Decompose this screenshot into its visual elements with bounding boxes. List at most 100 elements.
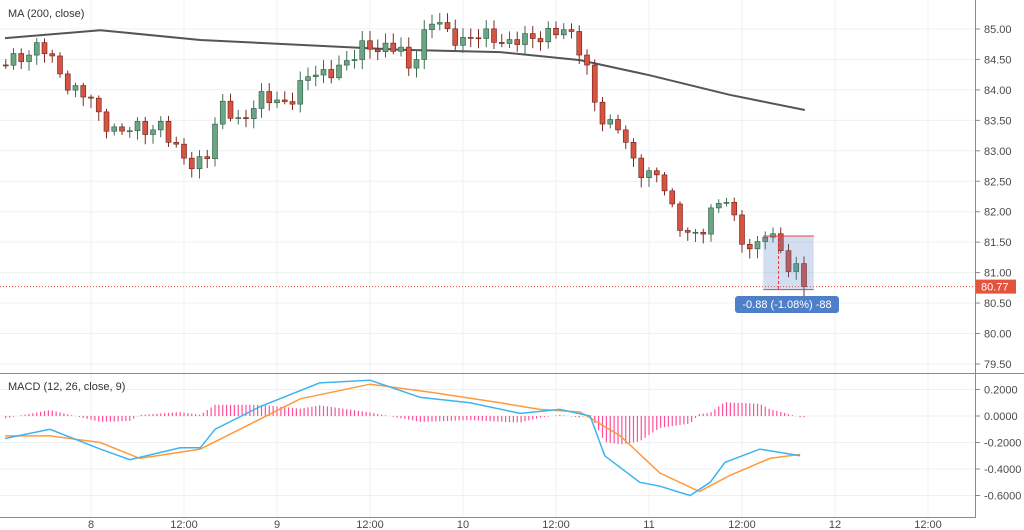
candle-up (646, 170, 652, 178)
candle-up (692, 231, 699, 234)
trading-chart[interactable]: -0.88 (-1.08%) -88 8 12:00 9 12:00 10 12:00 11… (0, 0, 1024, 530)
time-tick-label: 12:00 (914, 519, 942, 530)
candle-down (630, 142, 637, 159)
time-tick-label: 12 (829, 519, 841, 530)
candle-up (111, 126, 118, 132)
candle-down (227, 100, 234, 119)
candle-down (746, 243, 753, 250)
candle-down (2, 64, 9, 67)
candle-up (212, 123, 218, 160)
candle-up (436, 22, 443, 25)
price-tick-label: 85.00 (984, 24, 1012, 36)
candle-down (266, 91, 273, 104)
time-tick-label: 12:00 (542, 519, 570, 530)
macd-tick-label: -0.6000 (984, 491, 1021, 503)
candle-down (584, 54, 590, 66)
candle-up (320, 69, 327, 76)
candle-down (568, 29, 575, 32)
candle-up (150, 129, 156, 135)
candle-down (188, 157, 195, 170)
candle-down (669, 190, 676, 205)
candle-up (305, 76, 311, 81)
time-tick-label: 8 (88, 519, 94, 530)
candle-down (537, 38, 544, 43)
candle-up (506, 39, 513, 44)
candle-up (297, 80, 304, 105)
candle-up (398, 46, 404, 52)
candle-up (157, 120, 164, 131)
time-tick-label: 9 (274, 519, 280, 530)
candle-down (119, 126, 125, 132)
candle-up (72, 85, 79, 91)
candle-up (33, 42, 40, 56)
measure-box (763, 236, 814, 290)
candle-up (754, 241, 761, 250)
candle-down (165, 120, 172, 143)
candle-up (421, 29, 428, 60)
candle-down (514, 39, 521, 45)
candle-down (599, 101, 606, 125)
candle-up (560, 29, 567, 36)
candle-down (103, 111, 110, 132)
candle-down (529, 33, 536, 39)
candle-up (723, 202, 730, 204)
candle-down (475, 37, 482, 40)
price-legend[interactable]: MA (200, close) (8, 8, 84, 20)
candle-down (243, 117, 249, 119)
price-tick-label: 80.00 (984, 329, 1012, 341)
candle-up (336, 64, 342, 79)
candle-down (591, 64, 598, 103)
candle-up (359, 40, 366, 60)
time-tick-label: 12:00 (170, 519, 198, 530)
time-tick-label: 12:00 (728, 519, 756, 530)
price-tick-label: 79.50 (984, 359, 1012, 371)
candle-down (390, 42, 397, 52)
candle-down (88, 96, 94, 99)
last-price-label: 80.77 (981, 282, 1009, 294)
candle-down (367, 40, 373, 50)
macd-tick-label: 0.2000 (984, 385, 1018, 397)
candle-down (80, 85, 87, 98)
candle-down (95, 97, 102, 113)
candle-down (684, 230, 691, 233)
candle-down (173, 142, 180, 145)
candle-down (677, 203, 683, 231)
candle-down (374, 48, 381, 53)
price-tick-label: 81.50 (984, 237, 1012, 249)
candle-up (343, 60, 350, 66)
price-tick-label: 83.50 (984, 115, 1012, 127)
candle-up (258, 91, 265, 109)
candle-down (653, 170, 660, 176)
candle-down (467, 37, 474, 39)
measure-label: -0.88 (-1.08%) -88 (742, 299, 831, 311)
macd-tick-label: -0.2000 (984, 438, 1021, 450)
candle-down (181, 143, 187, 159)
time-tick-label: 12:00 (356, 519, 384, 530)
candle-up (708, 207, 714, 235)
candle-down (64, 73, 71, 91)
candle-down (57, 55, 63, 75)
candle-up (126, 130, 133, 133)
candle-up (413, 59, 420, 69)
candle-up (607, 119, 614, 125)
candle-down (739, 214, 745, 245)
macd-legend[interactable]: MACD (12, 26, close, 9) (8, 381, 125, 393)
price-tick-label: 84.00 (984, 85, 1012, 97)
candle-up (545, 27, 552, 43)
candle-down (18, 53, 25, 62)
candle-down (444, 22, 451, 30)
candle-down (553, 27, 559, 36)
candle-up (10, 53, 17, 66)
macd-line (4, 379, 801, 497)
macd-tick-label: 0.0000 (984, 411, 1018, 423)
price-tick-label: 84.50 (984, 54, 1012, 66)
candle-down (700, 231, 707, 235)
candle-down (328, 69, 335, 79)
candle-down (405, 46, 412, 69)
candle-up (429, 23, 435, 30)
candle-down (576, 31, 583, 56)
candle-up (196, 156, 203, 170)
candle-up (250, 108, 257, 119)
candle-up (522, 33, 528, 45)
candle-up (483, 28, 490, 39)
